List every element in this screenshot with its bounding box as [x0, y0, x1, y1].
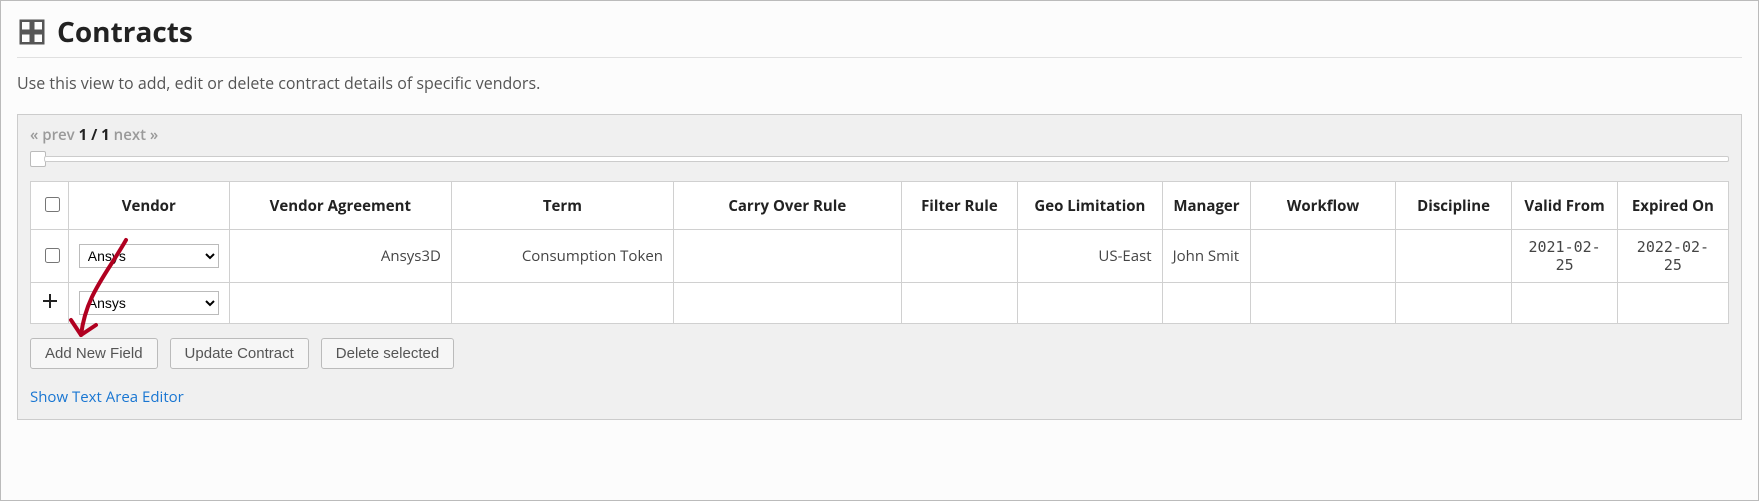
manager-cell[interactable]: [1162, 283, 1251, 324]
pager: « prev 1 / 1 next »: [30, 125, 1729, 145]
col-header-term: Term: [451, 182, 673, 230]
manager-cell[interactable]: John Smit: [1162, 230, 1251, 283]
select-all-checkbox[interactable]: [45, 197, 60, 212]
horizontal-scroll-slider[interactable]: [30, 151, 1729, 167]
table-header-row: Vendor Vendor Agreement Term Carry Over …: [31, 182, 1729, 230]
col-header-vendor-agreement: Vendor Agreement: [229, 182, 451, 230]
term-cell[interactable]: Consumption Token: [451, 230, 673, 283]
col-header-discipline: Discipline: [1395, 182, 1512, 230]
geo-cell[interactable]: [1018, 283, 1162, 324]
pager-current: 1 / 1: [79, 125, 110, 145]
col-header-geo: Geo Limitation: [1018, 182, 1162, 230]
page-subtitle: Use this view to add, edit or delete con…: [17, 72, 1742, 94]
vendor-select[interactable]: Ansys: [79, 244, 219, 268]
add-row-icon-cell: [31, 283, 69, 324]
page-header: Contracts: [17, 13, 1742, 58]
discipline-cell[interactable]: [1395, 230, 1512, 283]
contracts-table: Vendor Vendor Agreement Term Carry Over …: [30, 181, 1729, 324]
add-new-field-button[interactable]: Add New Field: [30, 338, 158, 369]
expired-on-cell[interactable]: [1617, 283, 1728, 324]
grid-icon: [17, 17, 47, 47]
row-checkbox[interactable]: [45, 248, 60, 263]
discipline-cell[interactable]: [1395, 283, 1512, 324]
col-header-expired-on: Expired On: [1617, 182, 1728, 230]
page-title: Contracts: [57, 13, 193, 51]
pager-next[interactable]: next »: [114, 125, 159, 145]
expired-on-cell[interactable]: 2022-02-25: [1617, 230, 1728, 283]
contracts-page: Contracts Use this view to add, edit or …: [0, 0, 1759, 501]
col-header-workflow: Workflow: [1251, 182, 1395, 230]
update-contract-button[interactable]: Update Contract: [170, 338, 309, 369]
valid-from-cell[interactable]: 2021-02-25: [1512, 230, 1618, 283]
show-text-area-editor-link[interactable]: Show Text Area Editor: [30, 387, 1729, 407]
vendor-select[interactable]: Ansys: [79, 291, 219, 315]
vendor-agreement-cell[interactable]: Ansys3D: [229, 230, 451, 283]
slider-track: [44, 156, 1729, 162]
action-buttons: Add New Field Update Contract Delete sel…: [30, 338, 1729, 369]
col-header-filter-rule: Filter Rule: [901, 182, 1018, 230]
table-row: Ansys Ansys3D Consumption Token US-East …: [31, 230, 1729, 283]
table-row: Ansys: [31, 283, 1729, 324]
filter-rule-cell[interactable]: [901, 230, 1018, 283]
term-cell[interactable]: [451, 283, 673, 324]
workflow-cell[interactable]: [1251, 230, 1395, 283]
geo-cell[interactable]: US-East: [1018, 230, 1162, 283]
pager-prev[interactable]: « prev: [30, 125, 75, 145]
plus-icon[interactable]: [41, 292, 59, 310]
col-header-carry-over: Carry Over Rule: [673, 182, 901, 230]
vendor-agreement-cell[interactable]: [229, 283, 451, 324]
row-checkbox-cell: [31, 230, 69, 283]
contracts-panel: « prev 1 / 1 next » Vendor Vendor Agreem…: [17, 114, 1742, 420]
col-header-vendor: Vendor: [68, 182, 229, 230]
col-header-checkbox: [31, 182, 69, 230]
delete-selected-button[interactable]: Delete selected: [321, 338, 454, 369]
col-header-manager: Manager: [1162, 182, 1251, 230]
carry-over-cell[interactable]: [673, 230, 901, 283]
filter-rule-cell[interactable]: [901, 283, 1018, 324]
carry-over-cell[interactable]: [673, 283, 901, 324]
col-header-valid-from: Valid From: [1512, 182, 1618, 230]
workflow-cell[interactable]: [1251, 283, 1395, 324]
valid-from-cell[interactable]: [1512, 283, 1618, 324]
vendor-cell: Ansys: [68, 283, 229, 324]
vendor-cell: Ansys: [68, 230, 229, 283]
